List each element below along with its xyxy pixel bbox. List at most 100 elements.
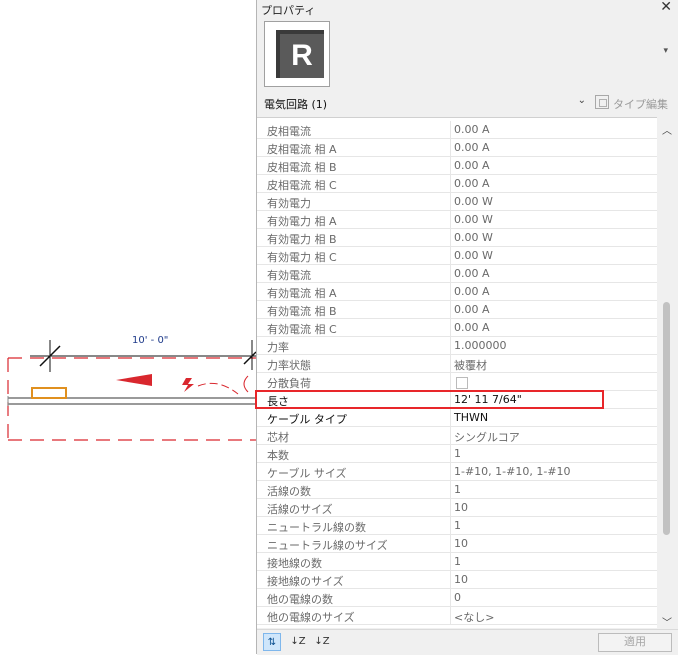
column-divider [450, 283, 451, 301]
close-icon[interactable]: ✕ [660, 0, 672, 15]
property-name: ケーブル タイプ [267, 413, 347, 426]
property-row[interactable]: 有効電力 0.00 W [257, 193, 657, 211]
property-value[interactable]: 1 [454, 483, 654, 496]
column-divider [450, 337, 451, 355]
panel-titlebar[interactable]: プロパティ ✕ [257, 0, 678, 18]
property-name: 有効電力 相 C [267, 251, 337, 264]
property-row[interactable]: ニュートラル線のサイズ 10 [257, 535, 657, 553]
column-divider [450, 409, 451, 427]
property-name: 芯材 [267, 431, 289, 444]
property-value[interactable]: 1 [454, 447, 654, 460]
property-row[interactable]: 力率状態 被覆材 [257, 355, 657, 373]
property-value[interactable]: 0.00 W [454, 231, 654, 244]
column-divider [450, 247, 451, 265]
property-value[interactable]: 1-#10, 1-#10, 1-#10 [454, 465, 654, 478]
property-name: 接地線の数 [267, 557, 322, 570]
property-value[interactable]: シングルコア [454, 429, 654, 445]
property-row[interactable]: 皮相電流 相 A 0.00 A [257, 139, 657, 157]
property-value[interactable]: 被覆材 [454, 357, 654, 373]
property-value[interactable]: <なし> [454, 609, 654, 625]
property-value[interactable]: 0.00 W [454, 195, 654, 208]
lightning-icon [182, 378, 194, 392]
column-divider [450, 499, 451, 517]
revit-logo-icon: R [276, 30, 324, 78]
column-divider [450, 319, 451, 337]
property-row[interactable]: 接地線の数 1 [257, 553, 657, 571]
column-divider [450, 445, 451, 463]
type-thumbnail[interactable]: R [264, 21, 330, 87]
property-row[interactable]: 有効電流 相 A 0.00 A [257, 283, 657, 301]
property-value[interactable]: 0.00 A [454, 123, 654, 136]
scroll-thumb[interactable] [663, 302, 670, 535]
property-row[interactable]: 有効電力 相 A 0.00 W [257, 211, 657, 229]
property-value[interactable]: 10 [454, 573, 654, 586]
property-row[interactable]: 皮相電流 相 C 0.00 A [257, 175, 657, 193]
sort-descending-icon[interactable]: ↓Z [313, 633, 331, 651]
edit-type-icon [595, 95, 609, 109]
property-value[interactable]: 0.00 A [454, 159, 654, 172]
property-row[interactable]: ケーブル サイズ 1-#10, 1-#10, 1-#10 [257, 463, 657, 481]
property-row[interactable]: 接地線のサイズ 10 [257, 571, 657, 589]
property-row[interactable]: 有効電流 0.00 A [257, 265, 657, 283]
scroll-down-icon[interactable]: ﹀ [662, 614, 672, 629]
property-row[interactable]: ケーブル タイプ THWN [257, 409, 657, 427]
property-name: 皮相電流 [267, 125, 311, 138]
property-row[interactable]: 皮相電流 0.00 A [257, 121, 657, 139]
property-name: 他の電線のサイズ [267, 611, 355, 624]
column-divider [450, 427, 451, 445]
property-value[interactable]: 10 [454, 501, 654, 514]
instance-filter-dropdown[interactable]: 電気回路 (1) ⌄ [258, 93, 592, 113]
property-value[interactable]: 0.00 A [454, 177, 654, 190]
property-value[interactable]: 0.00 A [454, 285, 654, 298]
property-row[interactable]: 力率 1.000000 [257, 337, 657, 355]
property-row[interactable]: 他の電線の数 0 [257, 589, 657, 607]
property-value[interactable]: 1 [454, 519, 654, 532]
column-divider [450, 193, 451, 211]
property-row[interactable]: 本数 1 [257, 445, 657, 463]
property-value[interactable]: 0.00 A [454, 267, 654, 280]
column-divider [450, 553, 451, 571]
property-row[interactable]: 他の電線のサイズ <なし> [257, 607, 657, 625]
property-row[interactable]: 芯材 シングルコア [257, 427, 657, 445]
property-scrollbar[interactable]: ︿ ﹀ [659, 120, 675, 629]
edit-type-button[interactable]: タイプ編集 [593, 93, 677, 113]
property-value[interactable]: 0.00 W [454, 213, 654, 226]
sort-ascending-icon[interactable]: ↓Z [289, 633, 307, 651]
property-row[interactable]: 活線のサイズ 10 [257, 499, 657, 517]
property-value[interactable]: 0.00 A [454, 303, 654, 316]
property-value[interactable]: 10 [454, 537, 654, 550]
property-row[interactable]: 有効電流 相 B 0.00 A [257, 301, 657, 319]
property-value[interactable]: 0.00 W [454, 249, 654, 262]
scroll-up-icon[interactable]: ︿ [662, 122, 672, 137]
property-value[interactable]: THWN [454, 411, 654, 424]
categorize-icon[interactable]: ⇅ [263, 633, 281, 651]
column-divider [450, 355, 451, 373]
panel-bottom-bar: ⇅ ↓Z ↓Z 適用 [257, 629, 678, 655]
property-row[interactable]: 有効電流 相 C 0.00 A [257, 319, 657, 337]
properties-panel: プロパティ ✕ R ▾ 電気回路 (1) ⌄ タイプ編集 皮相電流 0.00 A皮… [256, 0, 678, 655]
apply-button[interactable]: 適用 [598, 633, 672, 652]
property-name: 有効電流 相 C [267, 323, 337, 336]
type-dropdown-icon[interactable]: ▾ [663, 46, 668, 56]
instance-filter-label: 電気回路 (1) [264, 98, 328, 111]
property-row[interactable]: 活線の数 1 [257, 481, 657, 499]
property-name: 本数 [267, 449, 289, 462]
property-name: 力率 [267, 341, 289, 354]
property-value[interactable]: 1.000000 [454, 339, 654, 352]
circuit-drawing [7, 340, 256, 441]
column-divider [450, 463, 451, 481]
property-name: ニュートラル線のサイズ [267, 539, 388, 552]
property-row[interactable]: ニュートラル線の数 1 [257, 517, 657, 535]
column-divider [450, 211, 451, 229]
property-row[interactable]: 分散負荷 [257, 373, 657, 391]
property-value[interactable]: 1 [454, 555, 654, 568]
property-row[interactable]: 皮相電流 相 B 0.00 A [257, 157, 657, 175]
property-value[interactable]: 0.00 A [454, 321, 654, 334]
property-value[interactable]: 0 [454, 591, 654, 604]
property-row[interactable]: 有効電力 相 C 0.00 W [257, 247, 657, 265]
property-grid[interactable]: 皮相電流 0.00 A 皮相電流 相 A 0.00 A 皮相電流 相 B 0.00 A 皮相… [257, 117, 657, 628]
property-name: ケーブル サイズ [267, 467, 347, 480]
property-value[interactable]: 0.00 A [454, 141, 654, 154]
distributed-load-checkbox[interactable] [456, 377, 468, 389]
property-row[interactable]: 有効電力 相 B 0.00 W [257, 229, 657, 247]
